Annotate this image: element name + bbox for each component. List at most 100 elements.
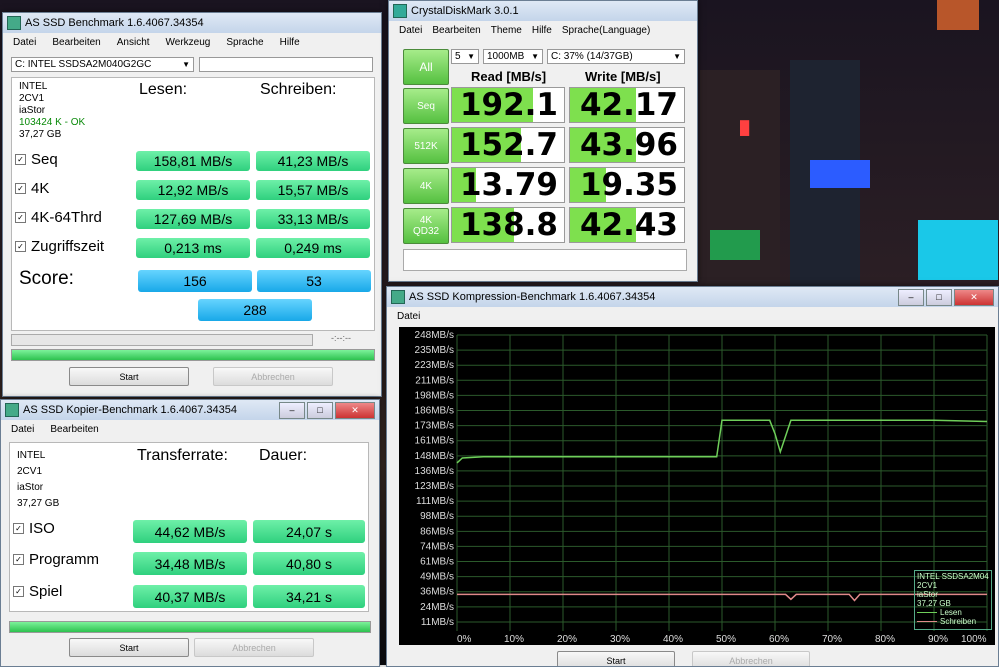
maximize-icon[interactable]: □ xyxy=(926,288,952,306)
write-header: Write [MB/s] xyxy=(585,69,661,84)
y-tick-label: 173MB/s xyxy=(415,421,454,432)
total-progress-bar xyxy=(11,349,375,361)
minimize-icon[interactable]: – xyxy=(898,288,924,306)
menu-datei[interactable]: Datei xyxy=(13,37,36,48)
title-bar[interactable]: AS SSD Benchmark 1.6.4067.34354 xyxy=(3,13,381,33)
y-tick-label: 223MB/s xyxy=(415,360,454,371)
seq-read: 192.1 xyxy=(451,87,565,123)
row-seq[interactable]: ✓ Seq xyxy=(15,151,58,168)
menu-werkzeug[interactable]: Werkzeug xyxy=(166,37,211,48)
legend-write: Schreiben xyxy=(917,617,989,626)
y-tick-label: 86MB/s xyxy=(420,526,454,537)
chevron-down-icon: ▼ xyxy=(182,60,190,69)
legend-read: Lesen xyxy=(917,608,989,617)
menu-ansicht[interactable]: Ansicht xyxy=(117,37,150,48)
4k-read-value: 13.79 xyxy=(459,167,558,203)
legend-model: INTEL SSDSA2M04 xyxy=(917,572,989,581)
drive-select[interactable]: C: INTEL SSDSA2M040G2GC ▼ xyxy=(11,57,194,72)
checkbox-checked-icon[interactable]: ✓ xyxy=(15,154,26,165)
row-programm[interactable]: ✓ Programm xyxy=(13,551,99,568)
minimize-icon[interactable]: – xyxy=(279,401,305,419)
abort-button[interactable]: Abbrechen xyxy=(194,638,314,657)
chevron-down-icon: ▼ xyxy=(531,52,539,61)
512k-write-value: 43.96 xyxy=(579,127,678,163)
as-ssd-copy-benchmark-window: AS SSD Kopier-Benchmark 1.6.4067.34354 –… xyxy=(0,399,380,667)
title-bar[interactable]: AS SSD Kompression-Benchmark 1.6.4067.34… xyxy=(387,287,998,307)
menu-language[interactable]: Sprache(Language) xyxy=(562,25,650,36)
checkbox-checked-icon[interactable]: ✓ xyxy=(15,241,26,252)
menu-datei[interactable]: Datei xyxy=(399,25,422,36)
iso-duration: 24,07 s xyxy=(253,520,365,543)
runs-select[interactable]: 5 ▼ xyxy=(451,49,479,64)
menu-sprache[interactable]: Sprache xyxy=(226,37,263,48)
checkbox-checked-icon[interactable]: ✓ xyxy=(13,523,24,534)
app-icon xyxy=(393,4,407,18)
checkbox-checked-icon[interactable]: ✓ xyxy=(15,183,26,194)
start-button[interactable]: Start xyxy=(69,638,189,657)
abort-button[interactable]: Abbrechen xyxy=(213,367,333,386)
4k-qd32-button[interactable]: 4K QD32 xyxy=(403,208,449,244)
row-iso[interactable]: ✓ ISO xyxy=(13,520,55,537)
info-firmware: 2CV1 xyxy=(17,466,43,477)
menu-bearbeiten[interactable]: Bearbeiten xyxy=(52,37,100,48)
runs-value: 5 xyxy=(455,51,461,62)
drive-select[interactable]: C: 37% (14/37GB) ▼ xyxy=(547,49,685,64)
legend-capacity: 37,27 GB xyxy=(917,599,951,608)
4k-qd32-label2: QD32 xyxy=(412,226,440,237)
x-tick-label: 20% xyxy=(557,634,577,645)
row-zugriffszeit[interactable]: ✓ Zugriffszeit xyxy=(15,238,104,255)
window-title: AS SSD Kompression-Benchmark 1.6.4067.34… xyxy=(409,291,656,303)
close-icon[interactable]: ✕ xyxy=(335,401,375,419)
legend-write-swatch xyxy=(917,621,937,622)
seq-read-value: 158,81 MB/s xyxy=(136,151,250,171)
access-write-value: 0,249 ms xyxy=(256,238,370,258)
spiel-rate: 40,37 MB/s xyxy=(133,585,247,608)
menu-bar: Datei Bearbeiten Ansicht Werkzeug Sprach… xyxy=(3,33,381,51)
read-header: Read [MB/s] xyxy=(471,69,547,84)
menu-theme[interactable]: Theme xyxy=(491,25,522,36)
4k-write: 19.35 xyxy=(569,167,685,203)
score-write: 53 xyxy=(257,270,371,292)
seq-write: 42.17 xyxy=(569,87,685,123)
menu-bearbeiten[interactable]: Bearbeiten xyxy=(50,424,98,435)
crystaldiskmark-window: CrystalDiskMark 3.0.1 Datei Bearbeiten T… xyxy=(388,0,698,282)
menu-datei[interactable]: Datei xyxy=(11,424,34,435)
y-tick-label: 211MB/s xyxy=(415,375,454,386)
all-button[interactable]: All xyxy=(403,49,449,85)
y-tick-label: 11MB/s xyxy=(421,617,454,628)
chevron-down-icon: ▼ xyxy=(673,52,681,61)
drive-extra-field[interactable] xyxy=(199,57,373,72)
comment-field[interactable] xyxy=(403,249,687,271)
start-button[interactable]: Start xyxy=(69,367,189,386)
4k64-write-value: 33,13 MB/s xyxy=(256,209,370,229)
title-bar[interactable]: AS SSD Kopier-Benchmark 1.6.4067.34354 –… xyxy=(1,400,379,420)
checkbox-checked-icon[interactable]: ✓ xyxy=(15,212,26,223)
4k-button[interactable]: 4K xyxy=(403,168,449,204)
programm-duration: 40,80 s xyxy=(253,552,365,575)
row-spiel[interactable]: ✓ Spiel xyxy=(13,583,62,600)
4kqd32-read-value: 138.8 xyxy=(459,207,558,243)
row-4k[interactable]: ✓ 4K xyxy=(15,180,49,197)
checkbox-checked-icon[interactable]: ✓ xyxy=(13,586,24,597)
x-tick-label: 10% xyxy=(504,634,524,645)
title-bar[interactable]: CrystalDiskMark 3.0.1 xyxy=(389,1,697,21)
spiel-duration: 34,21 s xyxy=(253,585,365,608)
column-duration-header: Dauer: xyxy=(259,447,308,464)
seq-button[interactable]: Seq xyxy=(403,88,449,124)
menu-datei[interactable]: Datei xyxy=(397,311,420,322)
menu-hilfe[interactable]: Hilfe xyxy=(532,25,552,36)
size-select[interactable]: 1000MB ▼ xyxy=(483,49,543,64)
app-icon xyxy=(391,290,405,304)
512k-button[interactable]: 512K xyxy=(403,128,449,164)
close-icon[interactable]: ✕ xyxy=(954,288,994,306)
menu-hilfe[interactable]: Hilfe xyxy=(280,37,300,48)
info-driver: iaStor xyxy=(17,482,44,493)
4kqd32-read: 138.8 xyxy=(451,207,565,243)
menu-bearbeiten[interactable]: Bearbeiten xyxy=(432,25,480,36)
512k-read-value: 152.7 xyxy=(459,127,558,163)
row-4k-64thrd[interactable]: ✓ 4K-64Thrd xyxy=(15,209,102,226)
maximize-icon[interactable]: □ xyxy=(307,401,333,419)
compression-chart: 248MB/s 235MB/s 223MB/s 211MB/s 198MB/s 186MB… xyxy=(399,327,995,645)
checkbox-checked-icon[interactable]: ✓ xyxy=(13,554,24,565)
seq-label: Seq xyxy=(417,100,435,112)
